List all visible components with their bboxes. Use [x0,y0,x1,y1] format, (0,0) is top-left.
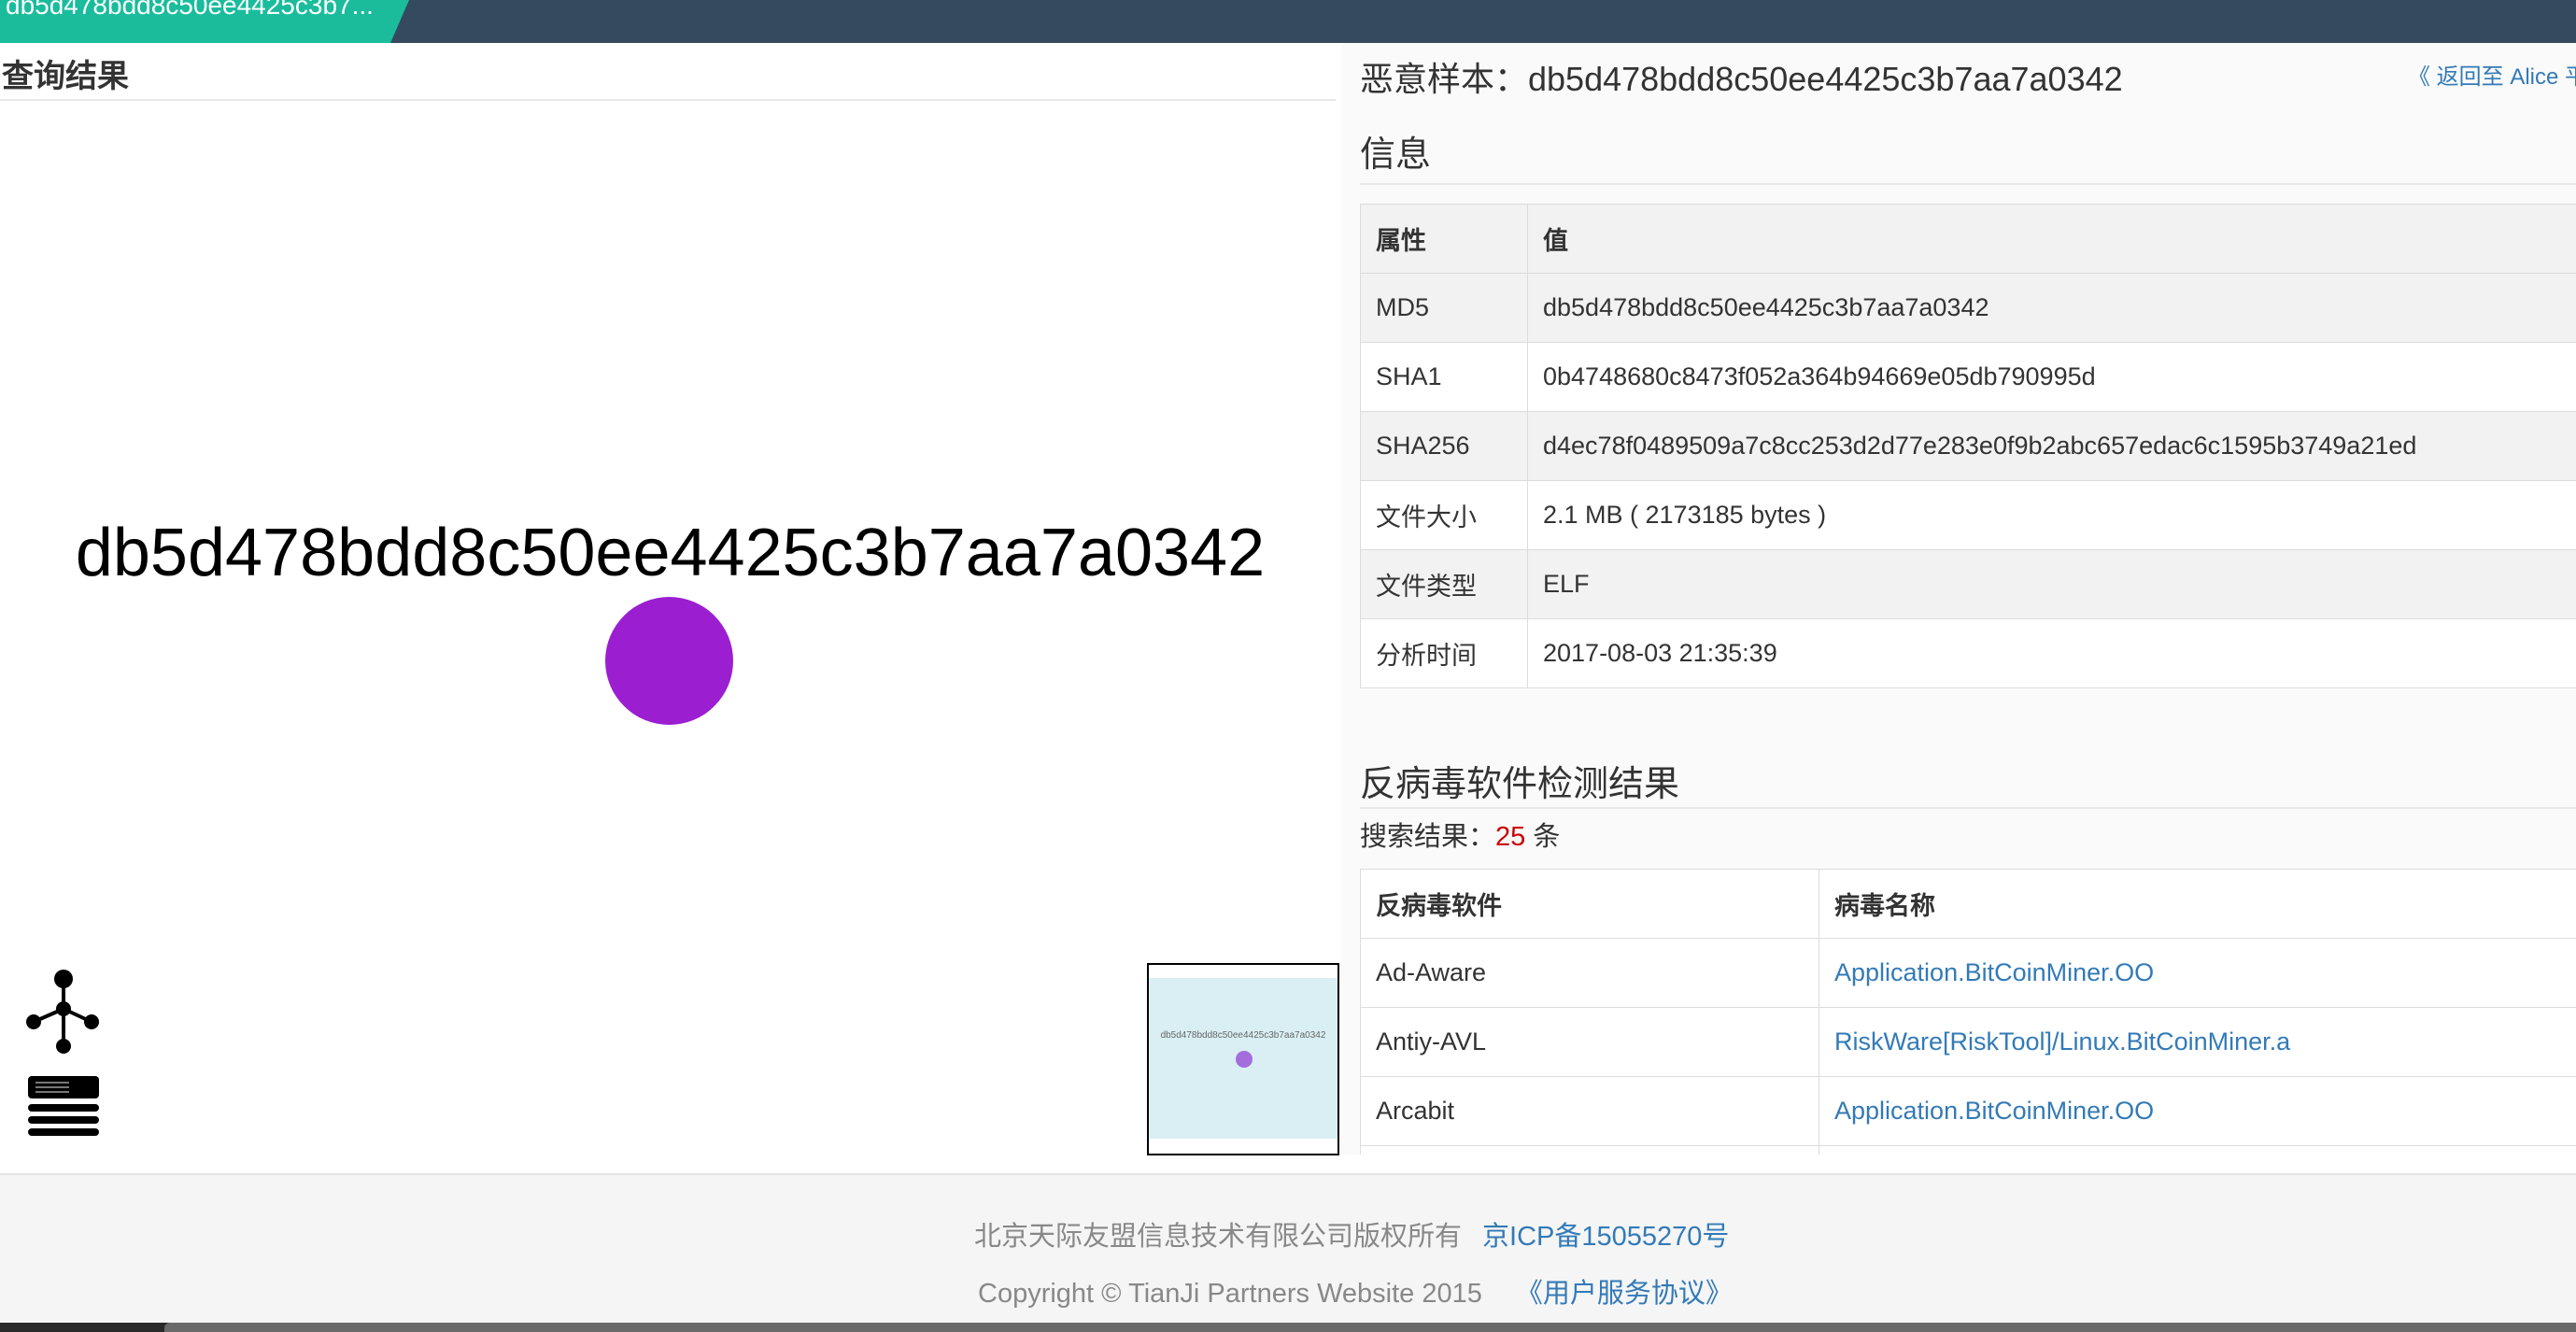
virus-name-link[interactable]: Application.BitCoinMiner.OO [1819,1076,2576,1146]
sample-tab[interactable]: db5d478bdd8c50ee4425c3b7... [0,0,411,43]
user-agreement-link[interactable]: 《用户服务协议》 [1516,1279,1733,1309]
info-heading: 信息 [1360,135,1432,175]
property-cell: 文件类型 [1360,549,1528,619]
antivirus-table: 反病毒软件 病毒名称 Ad-Aware Application.BitCoinM… [1360,869,2576,1155]
table-row: MD5 db5d478bdd8c50ee4425c3b7aa7a0342 [1360,273,2576,343]
column-header: 值 [1527,204,2576,274]
graph-node-label: db5d478bdd8c50ee4425c3b7aa7a0342 [75,516,1266,590]
query-result-panel: 查询结果 db5d478bdd8c50ee4425c3b7aa7a0342 db… [0,43,1340,1173]
window-bottom-edge-inner [164,1323,2576,1332]
table-header-row: 反病毒软件 病毒名称 [1360,869,2576,939]
table-row: SHA1 0b4748680c8473f052a364b94669e05db79… [1360,342,2576,412]
value-cell: 2.1 MB ( 2173185 bytes ) [1527,480,2576,550]
antivirus-name-cell: Arcabit [1360,1076,1819,1146]
info-table: 属性 值 MD5 db5d478bdd8c50ee4425c3b7aa7a034… [1360,204,2576,688]
table-row: Ad-Aware Application.BitCoinMiner.OO [1360,938,2576,1008]
virus-name-link[interactable]: Application.BitCoinMiner.OO [1819,938,2576,1008]
table-row: 文件类型 ELF [1360,549,2576,619]
footer-line-1: 北京天际友盟信息技术有限公司版权所有 京ICP备15055270号 [974,1214,1729,1254]
top-bar: db5d478bdd8c50ee4425c3b7... [0,0,2576,43]
virus-name-cell [1819,1145,2576,1155]
divider [1360,183,2576,185]
table-row: SHA256 d4ec78f0489509a7c8cc253d2d77e283e… [1360,411,2576,481]
antivirus-name-cell: Antiy-AVL [1360,1007,1819,1077]
graph-layout-icon[interactable] [24,968,99,1066]
sample-title: 恶意样本：db5d478bdd8c50ee4425c3b7aa7a0342 [1360,60,2123,98]
value-cell: db5d478bdd8c50ee4425c3b7aa7a0342 [1527,273,2576,343]
copyright-text: Copyright © TianJi Partners Website 2015 [978,1279,1482,1309]
list-view-icon[interactable] [28,1076,99,1142]
back-link[interactable]: 《 返回至 Alice 平 [2408,58,2576,91]
virus-name-link[interactable]: RiskWare[RiskTool]/Linux.BitCoinMiner.a [1819,1007,2576,1077]
panel-title: 查询结果 [2,59,129,94]
property-cell: 分析时间 [1360,618,1528,688]
value-cell: ELF [1527,549,2576,619]
divider [1360,807,2576,809]
table-row: Antiy-AVL RiskWare[RiskTool]/Linux.BitCo… [1360,1007,2576,1077]
column-header: 病毒名称 [1819,869,2576,939]
column-header: 属性 [1360,204,1528,274]
window-bottom-edge [0,1323,2576,1332]
search-result-suffix: 条 [1525,822,1561,852]
graph-node[interactable] [605,597,733,725]
divider [0,99,1336,101]
company-copyright: 北京天际友盟信息技术有限公司版权所有 [974,1222,1463,1252]
tab-label: db5d478bdd8c50ee4425c3b7... [6,0,374,20]
table-header-row: 属性 值 [1360,204,2576,274]
av-heading: 反病毒软件检测结果 [1360,765,1680,804]
sample-detail-panel: 恶意样本：db5d478bdd8c50ee4425c3b7aa7a0342 《 … [1341,43,2576,1155]
graph-minimap[interactable]: db5d478bdd8c50ee4425c3b7aa7a0342 [1147,963,1339,1155]
table-row: Arcabit Application.BitCoinMiner.OO [1360,1076,2576,1146]
footer-line-2: Copyright © TianJi Partners Website 2015… [978,1271,1733,1311]
value-cell: 2017-08-03 21:35:39 [1527,618,2576,688]
property-cell: MD5 [1360,273,1528,343]
search-result-prefix: 搜索结果： [1360,822,1496,852]
footer: 北京天际友盟信息技术有限公司版权所有 京ICP备15055270号 Copyrig… [0,1173,2576,1325]
value-cell: 0b4748680c8473f052a364b94669e05db790995d [1527,342,2576,412]
antivirus-name-cell: Ad-Aware [1360,938,1819,1008]
property-cell: 文件大小 [1360,480,1528,550]
result-count-number: 25 [1495,822,1526,852]
minimap-node [1236,1051,1253,1068]
column-header: 反病毒软件 [1360,869,1819,939]
property-cell: SHA256 [1360,411,1528,481]
table-row: 文件大小 2.1 MB ( 2173185 bytes ) [1360,480,2576,550]
value-cell: d4ec78f0489509a7c8cc253d2d77e283e0f9b2ab… [1527,411,2576,481]
search-result-count: 搜索结果：25 条 [1360,815,1560,854]
table-row: 分析时间 2017-08-03 21:35:39 [1360,618,2576,688]
minimap-label: db5d478bdd8c50ee4425c3b7aa7a0342 [1160,1030,1326,1041]
table-row [1360,1145,2576,1155]
icp-link[interactable]: 京ICP备15055270号 [1482,1222,1729,1252]
antivirus-name-cell [1360,1145,1819,1155]
property-cell: SHA1 [1360,342,1528,412]
